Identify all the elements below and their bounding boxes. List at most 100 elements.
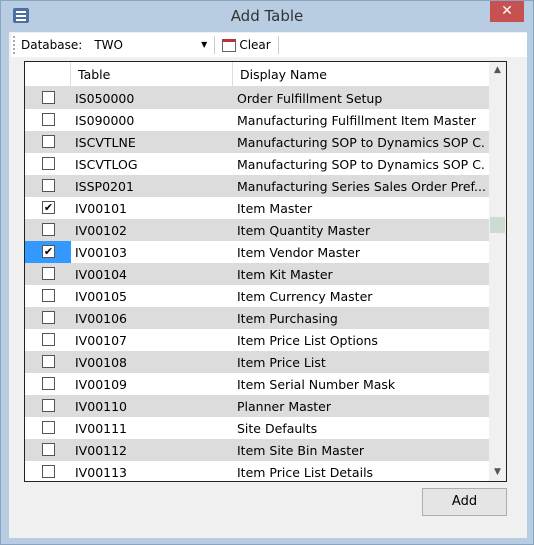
- row-checkbox[interactable]: [42, 289, 55, 302]
- row-checkbox[interactable]: [42, 267, 55, 280]
- table-id: IS090000: [75, 112, 135, 128]
- add-button[interactable]: Add: [422, 488, 507, 516]
- scrollbar-thumb[interactable]: [490, 217, 505, 233]
- table-row[interactable]: IS090000 Manufacturing Fulfillment Item …: [25, 109, 490, 131]
- row-checkbox-cell[interactable]: [25, 87, 71, 109]
- table-row[interactable]: IV00106 Item Purchasing: [25, 307, 490, 329]
- display-name: Item Site Bin Master: [237, 442, 365, 458]
- row-checkbox[interactable]: [42, 157, 55, 170]
- row-checkbox-cell[interactable]: [25, 307, 71, 329]
- header-table[interactable]: Table: [71, 62, 233, 86]
- table-id: ISCVTLOG: [75, 156, 138, 172]
- header-checkbox-column: [25, 62, 71, 86]
- row-checkbox[interactable]: [42, 223, 55, 236]
- row-checkbox[interactable]: ✔: [42, 201, 55, 214]
- row-checkbox-cell[interactable]: [25, 417, 71, 439]
- table-row[interactable]: ISCVTLNE Manufacturing SOP to Dynamics S…: [25, 131, 490, 153]
- table-id: IV00101: [75, 200, 128, 216]
- table-row[interactable]: ✔ IV00103 Item Vendor Master: [25, 241, 490, 263]
- table-row[interactable]: IV00112 Item Site Bin Master: [25, 439, 490, 461]
- row-checkbox[interactable]: [42, 113, 55, 126]
- database-select[interactable]: TWO ▼: [90, 35, 211, 55]
- display-name: Item Master: [237, 200, 313, 216]
- row-checkbox-cell[interactable]: [25, 175, 71, 197]
- row-checkbox[interactable]: [42, 333, 55, 346]
- row-checkbox-cell[interactable]: [25, 263, 71, 285]
- window-title: Add Table: [230, 7, 304, 25]
- add-table-window: Add Table ✕ Database: TWO ▼ Clear Table …: [0, 0, 534, 545]
- row-checkbox[interactable]: [42, 355, 55, 368]
- row-checkbox[interactable]: [42, 399, 55, 412]
- row-checkbox-cell[interactable]: [25, 219, 71, 241]
- header-display-name[interactable]: Display Name: [233, 62, 490, 86]
- display-name: Item Currency Master: [237, 288, 373, 304]
- display-name: Item Price List Options: [237, 332, 378, 348]
- row-checkbox[interactable]: [42, 91, 55, 104]
- display-name: Manufacturing SOP to Dynamics SOP C...: [237, 134, 486, 150]
- chevron-down-icon[interactable]: ▼: [201, 35, 207, 55]
- table-row[interactable]: IV00110 Planner Master: [25, 395, 490, 417]
- row-checkbox-cell[interactable]: [25, 285, 71, 307]
- row-checkbox[interactable]: [42, 377, 55, 390]
- row-checkbox-cell[interactable]: [25, 351, 71, 373]
- close-button[interactable]: ✕: [490, 1, 524, 22]
- table-row[interactable]: ISSP0201 Manufacturing Series Sales Orde…: [25, 175, 490, 197]
- table-row[interactable]: IS050000 Order Fulfillment Setup: [25, 87, 490, 109]
- toolbar-separator: [277, 36, 279, 54]
- display-name: Planner Master: [237, 398, 332, 414]
- table-id: ISSP0201: [75, 178, 134, 194]
- clear-button[interactable]: Clear: [219, 38, 273, 52]
- table-id: IV00105: [75, 288, 128, 304]
- table-id: IV00113: [75, 464, 128, 480]
- table-id: IV00107: [75, 332, 128, 348]
- row-checkbox[interactable]: [42, 421, 55, 434]
- row-checkbox-cell[interactable]: [25, 395, 71, 417]
- display-name: Site Defaults: [237, 420, 318, 436]
- table-row[interactable]: IV00102 Item Quantity Master: [25, 219, 490, 241]
- display-name: Item Kit Master: [237, 266, 333, 282]
- table-row[interactable]: IV00113 Item Price List Details: [25, 461, 490, 481]
- display-name: Manufacturing Fulfillment Item Master: [237, 112, 476, 128]
- table-id: IV00110: [75, 398, 128, 414]
- row-checkbox-cell[interactable]: ✔: [25, 197, 71, 219]
- table-row[interactable]: IV00111 Site Defaults: [25, 417, 490, 439]
- row-checkbox-cell[interactable]: [25, 373, 71, 395]
- scroll-down-icon[interactable]: ▼: [489, 464, 506, 481]
- display-name: Order Fulfillment Setup: [237, 90, 383, 106]
- display-name: Manufacturing Series Sales Order Pref...: [237, 178, 486, 194]
- row-checkbox[interactable]: [42, 465, 55, 478]
- row-checkbox-cell[interactable]: ✔: [25, 241, 71, 263]
- row-checkbox-cell[interactable]: [25, 439, 71, 461]
- grid-rows: IS050000 Order Fulfillment Setup IS09000…: [25, 87, 490, 481]
- row-checkbox[interactable]: [42, 179, 55, 192]
- row-checkbox[interactable]: [42, 443, 55, 456]
- vertical-scrollbar[interactable]: ▲ ▼: [489, 62, 506, 481]
- table-row[interactable]: IV00109 Item Serial Number Mask: [25, 373, 490, 395]
- table-id: IV00104: [75, 266, 128, 282]
- row-checkbox-cell[interactable]: [25, 131, 71, 153]
- table-id: IS050000: [75, 90, 135, 106]
- row-checkbox-cell[interactable]: [25, 329, 71, 351]
- clear-label: Clear: [239, 38, 271, 52]
- row-checkbox[interactable]: [42, 311, 55, 324]
- table-row[interactable]: IV00104 Item Kit Master: [25, 263, 490, 285]
- table-row[interactable]: IV00107 Item Price List Options: [25, 329, 490, 351]
- toolbar-grip[interactable]: [13, 36, 16, 54]
- row-checkbox[interactable]: [42, 135, 55, 148]
- clear-icon: [222, 38, 237, 52]
- table-row[interactable]: ✔ IV00101 Item Master: [25, 197, 490, 219]
- scroll-up-icon[interactable]: ▲: [489, 62, 506, 79]
- table-row[interactable]: ISCVTLOG Manufacturing SOP to Dynamics S…: [25, 153, 490, 175]
- display-name: Item Vendor Master: [237, 244, 361, 260]
- display-name: Item Quantity Master: [237, 222, 371, 238]
- row-checkbox-cell[interactable]: [25, 153, 71, 175]
- table-row[interactable]: IV00108 Item Price List: [25, 351, 490, 373]
- display-name: Item Purchasing: [237, 310, 338, 326]
- row-checkbox-cell[interactable]: [25, 461, 71, 481]
- row-checkbox-cell[interactable]: [25, 109, 71, 131]
- display-name: Manufacturing SOP to Dynamics SOP C...: [237, 156, 486, 172]
- database-value: TWO: [94, 38, 123, 52]
- table-id: IV00102: [75, 222, 128, 238]
- row-checkbox[interactable]: ✔: [42, 245, 55, 258]
- table-row[interactable]: IV00105 Item Currency Master: [25, 285, 490, 307]
